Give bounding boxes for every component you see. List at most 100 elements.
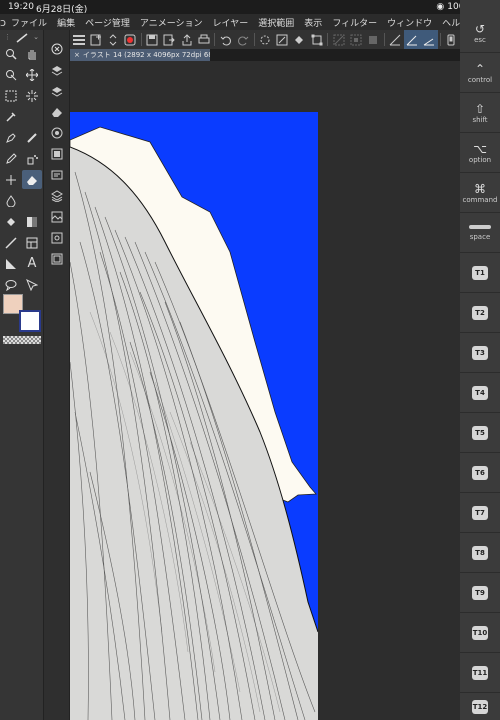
menu-animation[interactable]: アニメーション	[135, 16, 208, 29]
hamburger-menu-icon[interactable]	[70, 30, 87, 49]
zoom-tool-icon[interactable]	[1, 44, 21, 63]
print-icon[interactable]	[195, 30, 212, 49]
toolbar-divider	[439, 33, 441, 46]
key-label: T7	[472, 506, 488, 520]
layer-fill-icon[interactable]	[47, 82, 67, 99]
correct-line-icon[interactable]	[22, 275, 42, 294]
key-t8[interactable]: T8	[460, 534, 500, 573]
companion-icon[interactable]	[104, 30, 121, 49]
option-icon: ⌥	[473, 141, 487, 156]
menu-view[interactable]: 表示	[299, 16, 327, 29]
key-t10[interactable]: T10	[460, 614, 500, 653]
frame-tool-icon[interactable]	[22, 233, 42, 252]
selection-tool-icon[interactable]	[1, 86, 21, 105]
gradient-tool-icon[interactable]	[22, 212, 42, 231]
menu-selection[interactable]: 選択範囲	[253, 16, 299, 29]
undo-icon[interactable]	[217, 30, 234, 49]
menu-edit[interactable]: 編集	[52, 16, 80, 29]
spacebar-icon	[469, 225, 491, 229]
clear-icon[interactable]	[274, 30, 291, 49]
edge-keyboard: ↺ esc ⌃ control ⇧ shift ⌥ option ⌘ comma…	[460, 0, 500, 720]
fill-icon[interactable]	[291, 30, 308, 49]
auto-select-icon[interactable]	[22, 86, 42, 105]
eraser-tool-icon[interactable]	[22, 170, 42, 189]
operation-tool-icon[interactable]	[1, 65, 21, 84]
snap-special-ruler-icon[interactable]	[403, 30, 421, 49]
blend-tool-icon[interactable]	[1, 191, 21, 210]
loading-icon[interactable]	[256, 30, 273, 49]
key-t11[interactable]: T11	[460, 654, 500, 693]
fill-tool-icon[interactable]	[1, 212, 21, 231]
snap-grid-icon[interactable]	[420, 30, 438, 49]
redo-icon[interactable]	[234, 30, 251, 49]
key-shift[interactable]: ⇧ shift	[460, 94, 500, 133]
menu-layer[interactable]: レイヤー	[208, 16, 254, 29]
menu-window[interactable]: ウィンドウ	[382, 16, 437, 29]
key-control[interactable]: ⌃ control	[460, 54, 500, 93]
layer-icon[interactable]	[47, 61, 67, 78]
figure-tool-icon[interactable]	[1, 233, 21, 252]
key-t1[interactable]: T1	[460, 254, 500, 293]
key-t9[interactable]: T9	[460, 574, 500, 613]
transform-icon[interactable]	[308, 30, 325, 49]
key-esc[interactable]: ↺ esc	[460, 14, 500, 53]
key-label: command	[462, 195, 498, 204]
item-bank-icon[interactable]	[47, 229, 67, 246]
close-tab-icon[interactable]: ×	[74, 51, 80, 59]
save-icon[interactable]	[144, 30, 161, 49]
hand-tool-icon[interactable]	[22, 44, 42, 63]
ruler-snap-icon[interactable]	[386, 30, 403, 49]
key-label: control	[467, 75, 493, 84]
key-t2[interactable]: T2	[460, 294, 500, 333]
balloon-tool-icon[interactable]	[1, 275, 21, 294]
menu-page[interactable]: ページ管理	[80, 16, 135, 29]
key-t7[interactable]: T7	[460, 494, 500, 533]
canvas-area[interactable]	[70, 61, 460, 720]
menu-filter[interactable]: フィルター	[327, 16, 382, 29]
color-set-icon[interactable]	[47, 250, 67, 267]
pencil-tool-icon[interactable]	[22, 128, 42, 147]
ruler-tool-icon[interactable]	[1, 254, 21, 273]
document-tab[interactable]: ×イラスト 14 (2892 x 4096px 72dpi 68.0%)	[70, 49, 210, 61]
eraser-mini-icon[interactable]	[47, 103, 67, 120]
sub-color-swatch[interactable]	[19, 310, 41, 332]
esc-icon: ↺	[474, 21, 486, 36]
brush-tool-icon[interactable]	[1, 149, 21, 168]
deselect-icon[interactable]	[330, 30, 347, 49]
toolbar-divider	[214, 33, 216, 46]
decoration-tool-icon[interactable]	[1, 170, 21, 189]
device-icon[interactable]	[443, 30, 460, 49]
key-t4[interactable]: T4	[460, 374, 500, 413]
record-icon[interactable]	[122, 30, 139, 49]
grip-icon[interactable]: ⋮	[4, 33, 11, 41]
eyedropper-icon[interactable]	[1, 107, 21, 126]
history-icon[interactable]	[47, 166, 67, 183]
key-t6[interactable]: T6	[460, 454, 500, 493]
share-icon[interactable]	[178, 30, 195, 49]
key-space[interactable]: space	[460, 214, 500, 253]
airbrush-tool-icon[interactable]	[22, 149, 42, 168]
command-icon: ⌘	[474, 181, 486, 196]
key-label: esc	[474, 35, 486, 44]
move-layer-icon[interactable]	[22, 65, 42, 84]
key-t3[interactable]: T3	[460, 334, 500, 373]
key-t5[interactable]: T5	[460, 414, 500, 453]
new-canvas-icon[interactable]	[87, 30, 104, 49]
selection-border-icon[interactable]	[364, 30, 381, 49]
text-tool-icon[interactable]: A	[22, 254, 42, 273]
sub-view-icon[interactable]	[47, 145, 67, 162]
key-option[interactable]: ⌥ option	[460, 134, 500, 173]
transparent-color-swatch[interactable]	[3, 336, 41, 344]
close-panel-icon[interactable]	[47, 40, 67, 57]
pen-tool-icon[interactable]	[1, 128, 21, 147]
key-label: T6	[472, 466, 488, 480]
layer-stack-icon[interactable]	[47, 187, 67, 204]
empty-slot	[22, 191, 42, 210]
key-t12[interactable]: T12	[460, 694, 500, 720]
material-icon[interactable]	[47, 208, 67, 225]
key-command[interactable]: ⌘ command	[460, 174, 500, 213]
chevron-down-icon[interactable]: ⌄	[33, 33, 39, 41]
invert-selection-icon[interactable]	[347, 30, 364, 49]
navigator-icon[interactable]	[47, 124, 67, 141]
export-icon[interactable]	[161, 30, 178, 49]
